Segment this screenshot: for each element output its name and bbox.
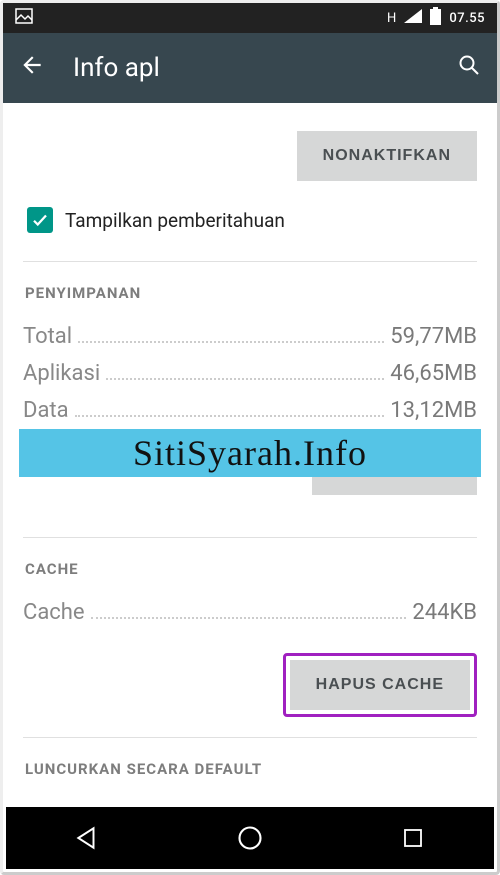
storage-data-row: Data 13,12MB xyxy=(23,392,477,429)
nav-back-icon[interactable] xyxy=(72,823,102,853)
content-area: NONAKTIFKAN Tampilkan pemberitahuan PENY… xyxy=(3,103,497,810)
search-icon[interactable] xyxy=(457,53,481,83)
notifications-row[interactable]: Tampilkan pemberitahuan xyxy=(23,203,477,262)
clock: 07.55 xyxy=(449,11,485,26)
dotted-line xyxy=(78,341,384,343)
battery-icon xyxy=(430,7,441,29)
cache-row: Cache 244KB xyxy=(23,594,477,631)
row-label: Total xyxy=(23,324,72,349)
app-bar: Info apl xyxy=(3,33,497,103)
dotted-line xyxy=(106,378,384,380)
row-label: Cache xyxy=(23,600,85,625)
navigation-bar xyxy=(6,807,494,869)
nav-recent-icon[interactable] xyxy=(398,823,428,853)
storage-total-row: Total 59,77MB xyxy=(23,318,477,355)
watermark-overlay: SitiSyarah.Info xyxy=(19,429,481,477)
storage-header: PENYIMPANAN xyxy=(23,262,477,318)
status-bar: H 07.55 xyxy=(3,3,497,33)
dotted-line xyxy=(91,617,407,619)
network-type: H xyxy=(387,11,396,26)
launch-header: LUNCURKAN SECARA DEFAULT xyxy=(23,738,477,794)
signal-icon xyxy=(404,9,422,27)
storage-app-row: Aplikasi 46,65MB xyxy=(23,355,477,392)
row-label: Aplikasi xyxy=(23,361,100,386)
disable-button[interactable]: NONAKTIFKAN xyxy=(297,131,477,181)
back-icon[interactable] xyxy=(19,52,45,85)
row-value: 13,12MB xyxy=(390,398,477,423)
dotted-line xyxy=(75,415,385,417)
watermark-text: SitiSyarah.Info xyxy=(133,432,367,474)
page-title: Info apl xyxy=(73,53,457,83)
clear-cache-button[interactable]: HAPUS CACHE xyxy=(290,660,470,710)
row-value: 244KB xyxy=(412,600,477,625)
row-value: 46,65MB xyxy=(390,361,477,386)
cache-header: CACHE xyxy=(23,538,477,594)
highlight-annotation: HAPUS CACHE xyxy=(283,653,477,717)
nav-home-icon[interactable] xyxy=(235,823,265,853)
notifications-label: Tampilkan pemberitahuan xyxy=(65,209,285,232)
checkbox-checked-icon[interactable] xyxy=(27,207,53,233)
row-label: Data xyxy=(23,398,69,423)
row-value: 59,77MB xyxy=(390,324,477,349)
image-icon xyxy=(15,8,33,28)
